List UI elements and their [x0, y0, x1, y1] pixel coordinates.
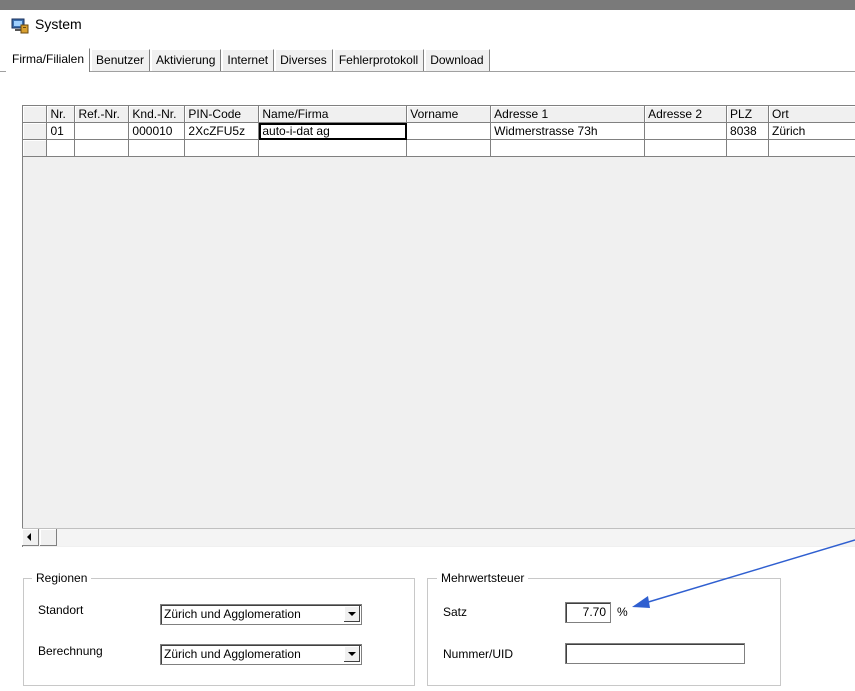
tab-strip: Firma/Filialen Benutzer Aktivierung Inte… [6, 48, 490, 72]
scroll-left-button[interactable] [22, 529, 39, 546]
berechnung-label: Berechnung [38, 644, 103, 658]
column-header-plz[interactable]: PLZ [726, 106, 770, 123]
chevron-down-icon [348, 652, 356, 656]
new-row[interactable] [23, 139, 855, 157]
cell-pin-code[interactable]: 2XcZFU5z [184, 122, 260, 140]
tab-internet[interactable]: Internet [221, 49, 275, 71]
cell-nr[interactable]: 01 [46, 122, 76, 140]
cell-ref-nr[interactable] [74, 122, 130, 140]
tab-panel-border [0, 71, 855, 72]
column-header-vorname[interactable]: Vorname [406, 106, 492, 123]
tab-download[interactable]: Download [424, 49, 490, 71]
tab-benutzer[interactable]: Benutzer [90, 49, 151, 71]
new-cell[interactable] [768, 139, 855, 157]
row-indicator[interactable] [23, 122, 48, 140]
nummer-uid-input[interactable] [565, 643, 745, 664]
regionen-group [23, 578, 415, 686]
new-cell[interactable] [184, 139, 260, 157]
column-header-adresse-1[interactable]: Adresse 1 [490, 106, 646, 123]
cell-adresse-2[interactable] [644, 122, 728, 140]
berechnung-dropdown-button[interactable] [344, 646, 360, 662]
title-bar: System [0, 10, 855, 46]
column-header-name-firma[interactable]: Name/Firma [258, 106, 408, 123]
standort-select-value: Zürich und Agglomeration [164, 607, 301, 621]
scroll-thumb[interactable] [40, 529, 57, 546]
nummer-uid-label: Nummer/UID [443, 647, 514, 661]
row-indicator-header [23, 106, 48, 123]
arrow-left-icon [27, 533, 31, 541]
cell-name-firma[interactable]: auto-i-dat ag [258, 122, 408, 140]
standort-dropdown-button[interactable] [344, 606, 360, 622]
column-header-nr[interactable]: Nr. [46, 106, 76, 123]
row-indicator[interactable] [23, 139, 48, 157]
new-cell[interactable] [490, 139, 646, 157]
berechnung-select[interactable]: Zürich und Agglomeration [160, 644, 362, 665]
regionen-group-title: Regionen [32, 571, 92, 585]
tab-fehlerprotokoll[interactable]: Fehlerprotokoll [332, 49, 425, 71]
window-top-edge [0, 0, 855, 10]
system-computer-icon [11, 18, 29, 34]
new-cell[interactable] [46, 139, 76, 157]
cell-knd-nr[interactable]: 000010 [128, 122, 186, 140]
column-header-ort[interactable]: Ort [768, 106, 855, 123]
new-cell[interactable] [644, 139, 728, 157]
new-cell[interactable] [128, 139, 186, 157]
column-header-knd-nr[interactable]: Knd.-Nr. [128, 106, 186, 123]
window-title: System [35, 16, 82, 32]
tab-diverses[interactable]: Diverses [274, 49, 333, 71]
new-cell[interactable] [74, 139, 130, 157]
branches-grid[interactable]: Nr. Ref.-Nr. Knd.-Nr. PIN-Code Name/Firm… [22, 105, 855, 547]
standort-label: Standort [38, 603, 84, 617]
satz-unit: % [617, 605, 628, 619]
cell-vorname[interactable] [406, 122, 492, 140]
new-cell[interactable] [726, 139, 770, 157]
column-header-ref-nr[interactable]: Ref.-Nr. [74, 106, 130, 123]
horizontal-scrollbar[interactable] [22, 528, 855, 546]
tab-aktivierung[interactable]: Aktivierung [150, 49, 222, 71]
tab-firma-filialen[interactable]: Firma/Filialen [6, 48, 91, 72]
new-cell[interactable] [406, 139, 492, 157]
cell-plz[interactable]: 8038 [726, 122, 770, 140]
column-header-pin-code[interactable]: PIN-Code [184, 106, 260, 123]
column-header-adresse-2[interactable]: Adresse 2 [644, 106, 728, 123]
cell-adresse-1[interactable]: Widmerstrasse 73h [490, 122, 646, 140]
mehrwertsteuer-group [427, 578, 781, 686]
satz-label: Satz [443, 605, 468, 619]
branches-table: Nr. Ref.-Nr. Knd.-Nr. PIN-Code Name/Firm… [23, 106, 855, 157]
chevron-down-icon [348, 612, 356, 616]
berechnung-select-value: Zürich und Agglomeration [164, 647, 301, 661]
cell-ort[interactable]: Zürich [768, 122, 855, 140]
new-cell[interactable] [258, 139, 408, 157]
grid-header-row: Nr. Ref.-Nr. Knd.-Nr. PIN-Code Name/Firm… [23, 106, 855, 123]
satz-input-value: 7.70 [582, 605, 606, 619]
standort-select[interactable]: Zürich und Agglomeration [160, 604, 362, 625]
table-row[interactable]: 01 000010 2XcZFU5z auto-i-dat ag Widmers… [23, 122, 855, 140]
satz-input[interactable]: 7.70 [565, 602, 611, 623]
mehrwertsteuer-group-title: Mehrwertsteuer [437, 571, 529, 585]
